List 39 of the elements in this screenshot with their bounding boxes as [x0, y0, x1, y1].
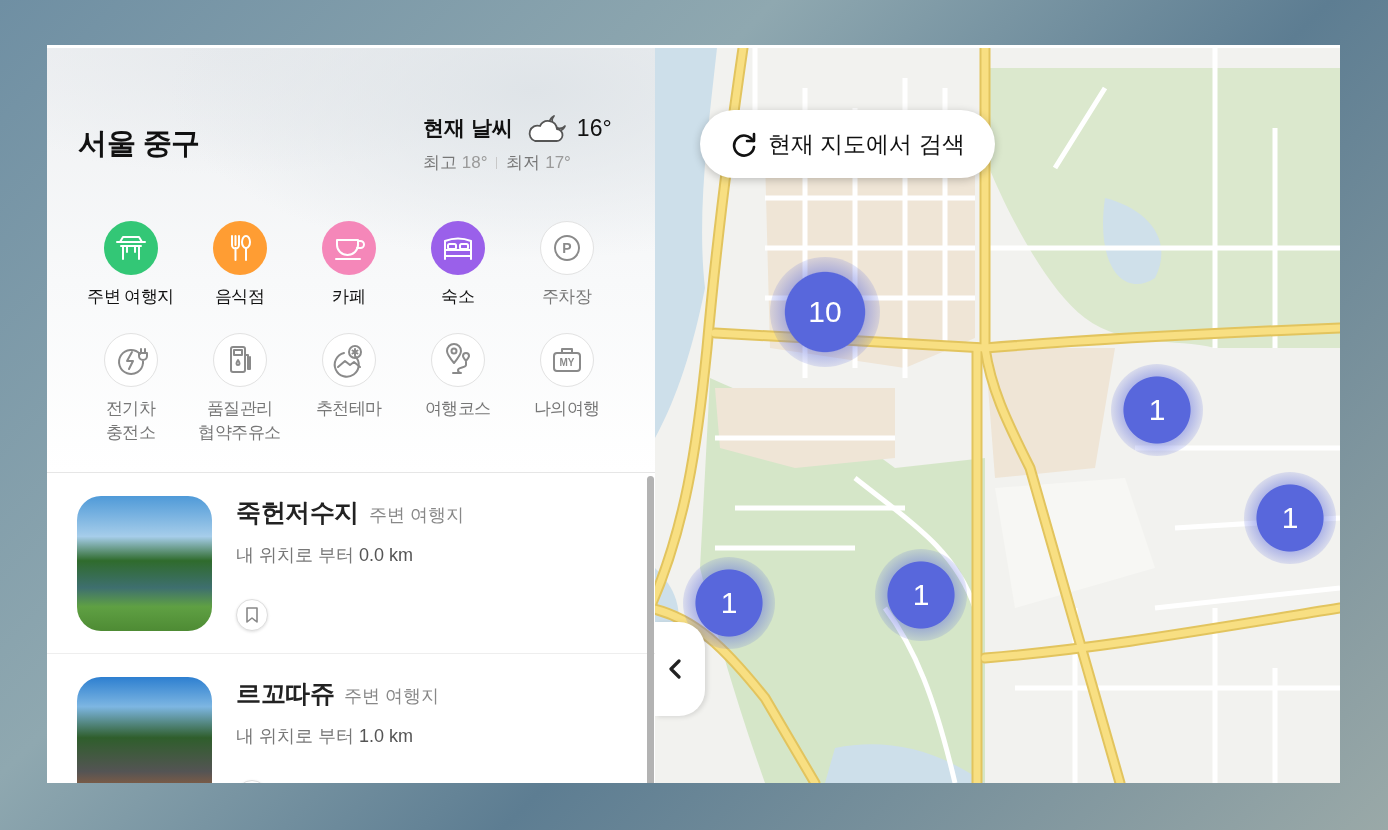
low-temperature: 최저 17° [506, 152, 571, 174]
category-button[interactable]: MY 나의여행 [512, 333, 621, 445]
cloud-moon-icon [526, 113, 569, 143]
bookmark-icon [245, 607, 259, 623]
category-button[interactable]: 주변 여행지 [76, 221, 185, 309]
scrollbar-thumb[interactable] [647, 476, 654, 783]
place-category: 주변 여행지 [368, 504, 464, 527]
category-button[interactable]: 추천테마 [294, 333, 403, 445]
category-button[interactable]: 숙소 [403, 221, 512, 309]
category-button[interactable]: 품질관리 협약주유소 [185, 333, 294, 445]
cluster-marker[interactable]: 1 [683, 557, 775, 649]
category-button[interactable]: 음식점 [185, 221, 294, 309]
weather-label: 현재 날씨 [423, 115, 513, 141]
cluster-marker[interactable]: 1 [1244, 472, 1336, 564]
chevron-left-icon [669, 659, 681, 679]
high-temperature: 최고 18° [423, 152, 488, 174]
search-map-button[interactable]: 현재 지도에서 검색 [700, 110, 995, 178]
route-pin-icon [430, 333, 485, 387]
cluster-marker[interactable]: 1 [875, 549, 967, 641]
category-button[interactable]: 카페 [294, 221, 403, 309]
category-button[interactable]: 전기차 충전소 [76, 333, 185, 445]
distance-text: 내 위치로 부터 0.0 km [236, 544, 414, 567]
place-name[interactable]: 르꼬따쥬 [236, 677, 334, 710]
cluster-marker[interactable]: 10 [770, 257, 880, 367]
place-name[interactable]: 죽헌저수지 [236, 496, 359, 529]
distance-text: 내 위치로 부터 1.0 km [236, 725, 414, 748]
collapse-panel-button[interactable] [655, 622, 705, 716]
parking-icon: P [539, 221, 594, 275]
suitcase-icon: MY [539, 333, 594, 387]
landscape-icon [321, 333, 376, 387]
current-temperature: 16° [576, 114, 612, 142]
place-category: 주변 여행지 [344, 685, 439, 708]
cluster-marker[interactable]: 1 [1111, 364, 1203, 456]
location-title: 서울 중구 [78, 125, 200, 161]
fuel-pump-icon [212, 333, 267, 387]
lightning-plug-icon [103, 333, 158, 387]
category-button[interactable]: P 주차장 [512, 221, 621, 309]
bookmark-button[interactable] [236, 599, 268, 631]
category-button[interactable]: 여행코스 [403, 333, 512, 445]
